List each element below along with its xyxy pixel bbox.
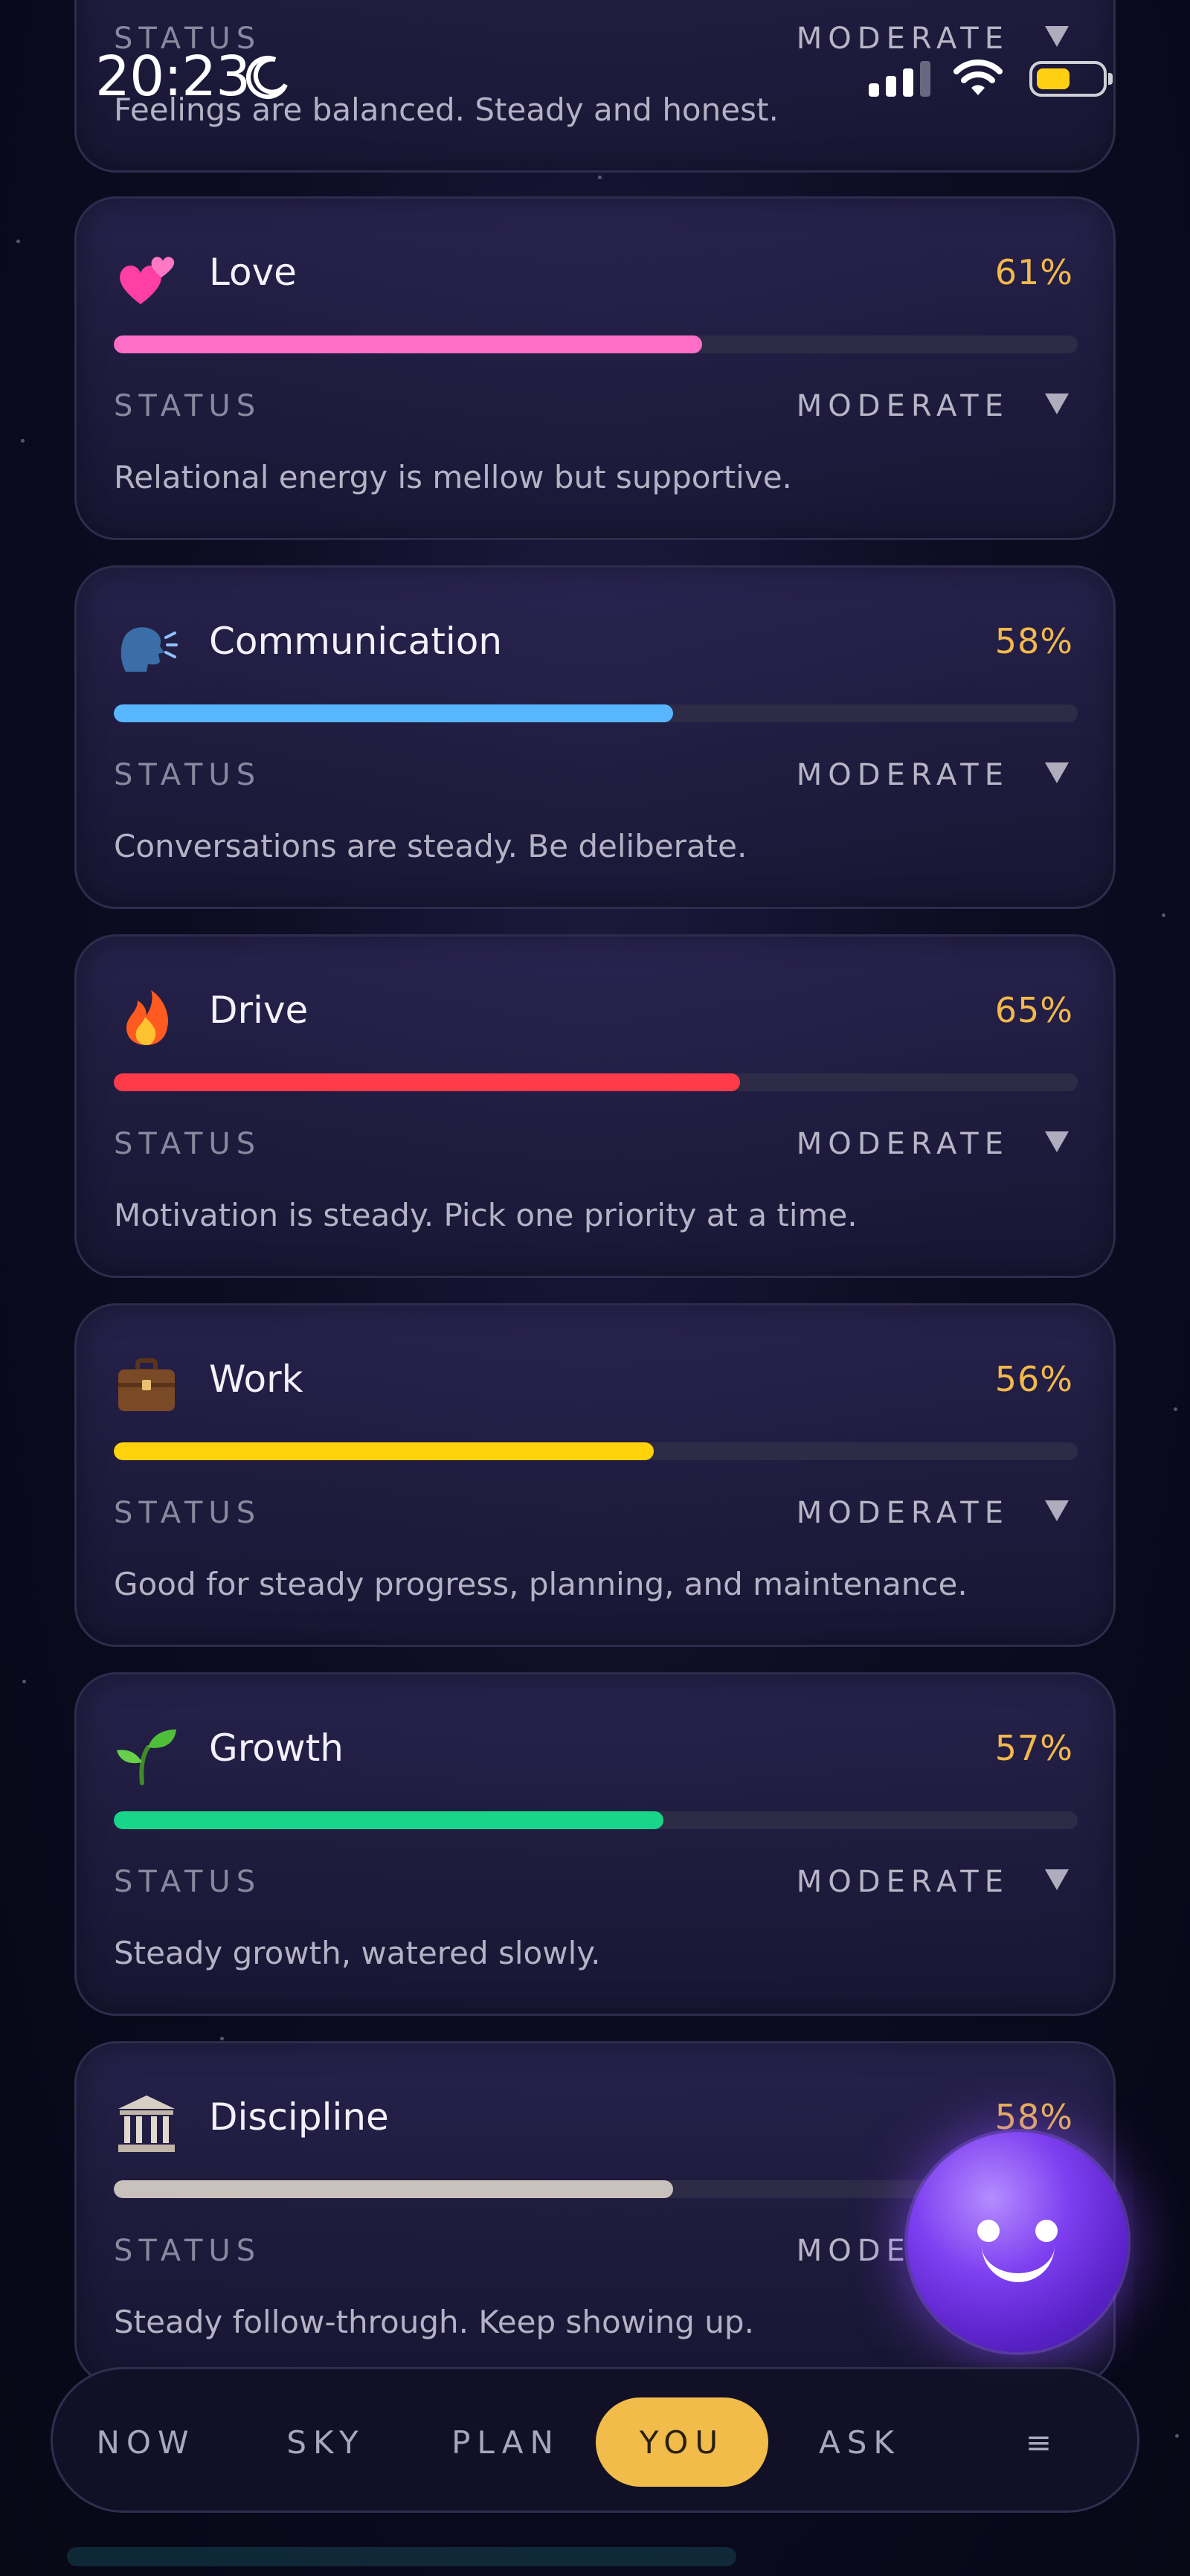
nav-now[interactable]: NOW [83, 2397, 209, 2487]
card-percent: 57% [994, 1728, 1073, 1768]
status-value: MODERATE [796, 1496, 1009, 1530]
seedling-icon [112, 1721, 181, 1789]
progress-bar [114, 335, 702, 353]
status-label: STATUS [114, 2234, 262, 2268]
progress-bar [114, 1073, 741, 1091]
classical-building-icon [112, 2090, 181, 2158]
card-description: Steady growth, watered slowly. [114, 1935, 601, 1971]
speaking-head-icon [112, 614, 181, 682]
caret-down-icon[interactable] [1045, 1869, 1069, 1890]
card-description: Steady follow-through. Keep showing up. [114, 2304, 754, 2340]
card-description: Relational energy is mellow but supporti… [114, 459, 792, 495]
progress-track [114, 1073, 1078, 1091]
caret-down-icon[interactable] [1045, 762, 1069, 783]
status-label: STATUS [114, 389, 262, 423]
progress-bar [114, 1442, 654, 1460]
wifi-icon [953, 60, 1003, 95]
cellular-signal-icon [869, 61, 930, 97]
progress-bar [114, 2180, 673, 2198]
progress-track [114, 1811, 1078, 1829]
card-percent: 56% [994, 1359, 1073, 1399]
card-title: Growth [209, 1727, 344, 1770]
status-label: STATUS [114, 1496, 262, 1530]
status-time: 20:23 [95, 45, 251, 109]
card-percent: 65% [994, 990, 1073, 1030]
category-card-work[interactable]: Work 56% STATUS MODERATE Good for steady… [74, 1303, 1116, 1647]
battery-icon [1029, 61, 1113, 97]
status-bar: 20:23 [0, 0, 1190, 164]
nav-sky[interactable]: SKY [263, 2397, 389, 2487]
status-value: MODERATE [796, 758, 1009, 792]
card-percent: 61% [994, 252, 1073, 292]
card-description: Good for steady progress, planning, and … [114, 1566, 968, 1602]
card-title: Drive [209, 989, 309, 1032]
card-title: Love [209, 251, 297, 294]
assistant-orb-button[interactable] [907, 2132, 1128, 2352]
nav-ask[interactable]: ASK [797, 2397, 923, 2487]
caret-down-icon[interactable] [1045, 1500, 1069, 1521]
card-percent: 58% [994, 621, 1073, 661]
nav-menu-icon[interactable]: ≡ [997, 2397, 1087, 2487]
card-title: Work [209, 1358, 303, 1401]
caret-down-icon[interactable] [1045, 394, 1069, 414]
card-title: Discipline [209, 2095, 389, 2139]
progress-bar [114, 704, 673, 722]
status-value: MODERATE [796, 389, 1009, 423]
status-value: MODERATE [796, 1865, 1009, 1899]
nav-you[interactable]: YOU [596, 2397, 768, 2487]
status-label: STATUS [114, 758, 262, 792]
scroll-hint-bar [67, 2547, 736, 2566]
category-card-drive[interactable]: Drive 65% STATUS MODERATE Motivation is … [74, 934, 1116, 1278]
status-value: MODERATE [796, 1127, 1009, 1161]
card-percent: 58% [994, 2097, 1073, 2137]
category-card-communication[interactable]: Communication 58% STATUS MODERATE Conver… [74, 565, 1116, 909]
card-title: Communication [209, 620, 503, 663]
moon-icon [246, 56, 288, 99]
category-card-love[interactable]: Love 61% STATUS MODERATE Relational ener… [74, 196, 1116, 540]
bottom-nav: NOW SKY PLAN YOU ASK ≡ [51, 2367, 1139, 2513]
status-label: STATUS [114, 1865, 262, 1899]
fire-icon [112, 983, 181, 1051]
status-label: STATUS [114, 1127, 262, 1161]
category-card-growth[interactable]: Growth 57% STATUS MODERATE Steady growth… [74, 1672, 1116, 2016]
briefcase-icon [112, 1352, 181, 1420]
progress-bar [114, 1811, 663, 1829]
card-description: Motivation is steady. Pick one priority … [114, 1197, 858, 1233]
orb-smile [982, 2238, 1055, 2282]
progress-track [114, 335, 1078, 353]
card-description: Conversations are steady. Be deliberate. [114, 828, 747, 864]
progress-track [114, 1442, 1078, 1460]
two-hearts-icon [112, 245, 181, 313]
nav-plan[interactable]: PLAN [435, 2397, 576, 2487]
caret-down-icon[interactable] [1045, 1131, 1069, 1152]
progress-track [114, 704, 1078, 722]
